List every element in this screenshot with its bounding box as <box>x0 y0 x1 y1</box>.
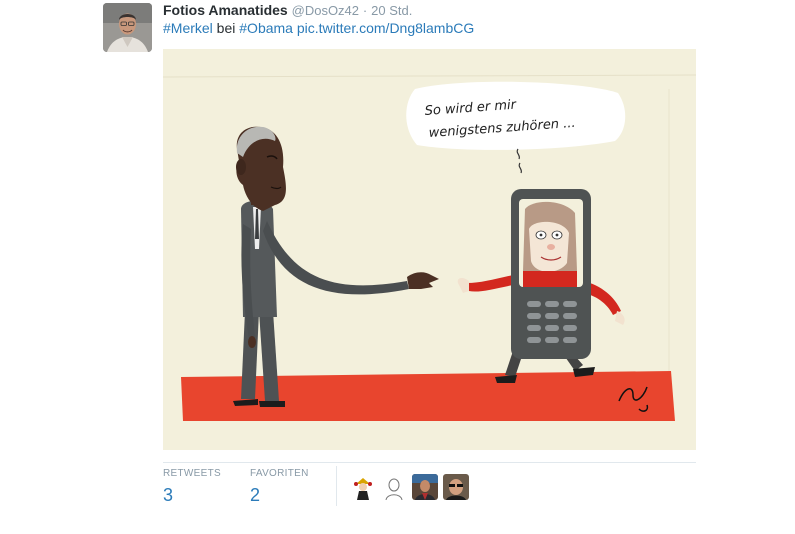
author-handle[interactable]: @DosOz42 <box>292 3 359 18</box>
tweet-text: #Merkel bei #Obama pic.twitter.com/Dng8l… <box>163 19 474 37</box>
stats-divider <box>163 462 696 463</box>
photo-man-avatar-icon <box>412 474 438 500</box>
avatar-photo-icon <box>103 3 152 52</box>
favoriter-avatar-3[interactable] <box>412 474 438 500</box>
tweet-media-cartoon[interactable]: So wird er mir wenigstens zuhören ... <box>163 49 696 450</box>
separator-dot: · <box>362 3 368 18</box>
jester-avatar-icon <box>350 474 376 500</box>
sketch-avatar-icon <box>381 474 407 500</box>
tweet-header: Fotios Amanatides @DosOz42 · 20 Std. <box>163 1 412 20</box>
cartoon-image: So wird er mir wenigstens zuhören ... <box>163 49 696 450</box>
favoriter-avatar-4[interactable] <box>443 474 469 500</box>
author-name[interactable]: Fotios Amanatides <box>163 2 288 18</box>
author-avatar[interactable] <box>103 3 152 52</box>
media-link[interactable]: pic.twitter.com/Dng8lambCG <box>297 20 474 36</box>
tweet-text-word: bei <box>212 20 240 36</box>
retweets-count[interactable]: 3 <box>163 483 221 507</box>
retweets-stat[interactable]: RETWEETS 3 <box>163 468 221 507</box>
favorites-count[interactable]: 2 <box>250 483 309 507</box>
favorites-stat[interactable]: FAVORITEN 2 <box>250 468 309 507</box>
tweet: Fotios Amanatides @DosOz42 · 20 Std. #Me… <box>0 0 795 534</box>
photo-sunglasses-avatar-icon <box>443 474 469 500</box>
hashtag-merkel[interactable]: #Merkel <box>163 20 213 36</box>
hashtag-obama[interactable]: #Obama <box>239 20 293 36</box>
tweet-timestamp[interactable]: 20 Std. <box>371 3 412 18</box>
favorites-label: FAVORITEN <box>250 468 309 479</box>
favoriter-avatar-1[interactable] <box>350 474 376 500</box>
retweets-label: RETWEETS <box>163 468 221 479</box>
stats-vertical-separator <box>336 466 337 506</box>
favoriter-avatar-2[interactable] <box>381 474 407 500</box>
